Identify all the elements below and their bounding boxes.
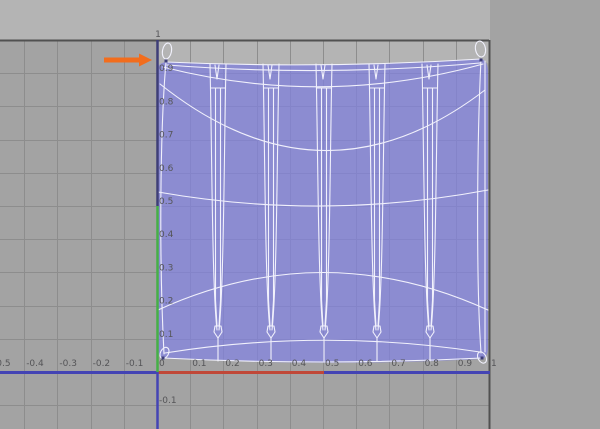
u-axis-label: 0.8 — [425, 359, 440, 369]
v-axis-label: -0.1 — [159, 396, 177, 406]
u-axis-label: 0.5 — [325, 359, 339, 369]
above-v1-region — [0, 0, 490, 40]
v-axis-label: 0.8 — [159, 97, 174, 107]
v-axis-label: 1 — [155, 30, 161, 40]
u-axis-label: 0.2 — [225, 359, 239, 369]
u-axis-label: 0.9 — [458, 359, 473, 369]
u-axis-label: -0.4 — [26, 359, 44, 369]
uv-corner-vertex[interactable] — [480, 356, 484, 360]
u-axis-label: -0.1 — [126, 359, 144, 369]
u-axis-label: 0.6 — [358, 359, 373, 369]
v-axis-label: 0.6 — [159, 164, 174, 174]
u-axis-label: 0.3 — [259, 359, 273, 369]
u-axis-label: 1 — [491, 359, 497, 369]
u-axis-label: -0.5 — [0, 359, 11, 369]
v-axis-label: 0.2 — [159, 297, 173, 307]
u-axis-label: 0 — [159, 359, 165, 369]
uv-editor-viewport[interactable]: -0.5 -0.4 -0.3 -0.2 -0.1 0 0.1 0.2 0.3 0.4 0.5 0.6 0… — [0, 0, 600, 429]
uv-corner-vertex[interactable] — [164, 59, 168, 63]
u-axis-label: -0.2 — [93, 359, 111, 369]
v-axis-label: 0.3 — [159, 263, 173, 273]
v-axis-label: 0.7 — [159, 131, 173, 141]
uv-editor-scene: -0.5 -0.4 -0.3 -0.2 -0.1 0 0.1 0.2 0.3 0.4 0.5 0.6 0… — [0, 0, 600, 429]
v-axis-label: 0.5 — [159, 197, 173, 207]
u-axis-label: -0.3 — [59, 359, 77, 369]
u-axis-label: 0.1 — [192, 359, 206, 369]
u-axis-label: 0.4 — [292, 359, 307, 369]
u-axis-label: 0.7 — [391, 359, 405, 369]
v-axis-label: 0.4 — [159, 230, 174, 240]
v-axis-label: 0.9 — [159, 64, 174, 74]
v-axis-label: 0.1 — [159, 330, 173, 340]
uv-corner-vertex[interactable] — [479, 58, 483, 62]
